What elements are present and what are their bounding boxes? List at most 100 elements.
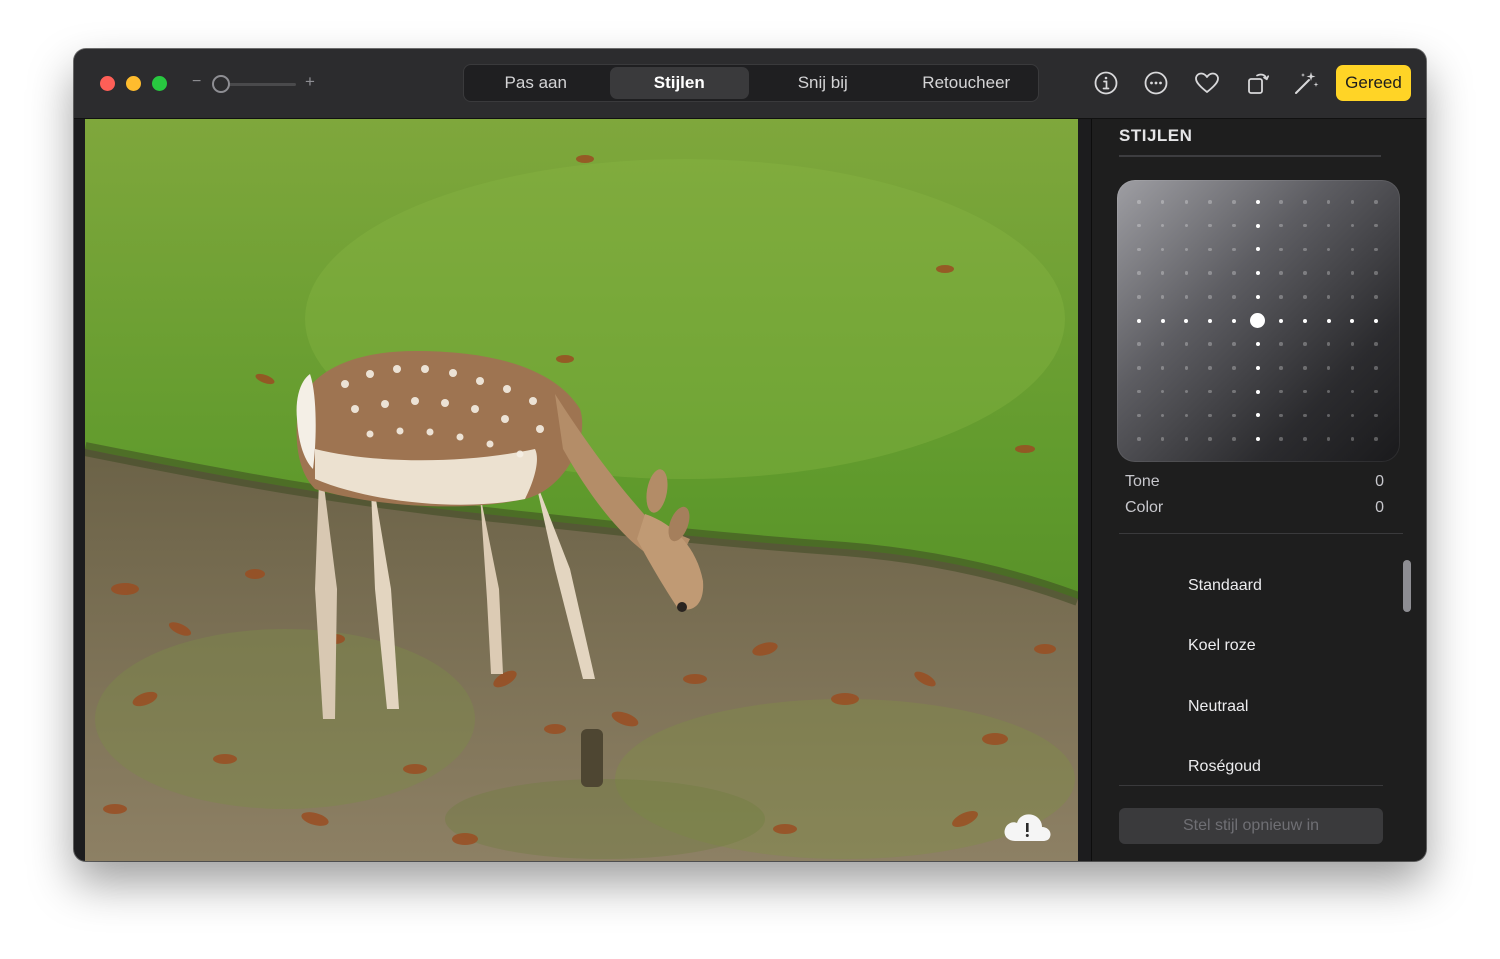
pad-grid-dot bbox=[1208, 200, 1212, 204]
pad-grid-dot bbox=[1374, 318, 1378, 323]
pad-grid-dot bbox=[1232, 389, 1236, 394]
pad-grid-dot bbox=[1255, 200, 1260, 204]
pad-grid-dot bbox=[1326, 247, 1331, 252]
tone-value: 0 bbox=[1375, 473, 1384, 490]
pad-grid-dot bbox=[1160, 247, 1165, 252]
more-icon[interactable] bbox=[1142, 69, 1170, 97]
pad-grid-dot bbox=[1232, 223, 1236, 228]
minimize-window-button[interactable] bbox=[126, 76, 141, 91]
pad-grid-dot bbox=[1374, 413, 1378, 418]
pad-grid-dot bbox=[1184, 413, 1189, 418]
pad-grid-dot bbox=[1160, 318, 1165, 323]
pad-grid-dot bbox=[1255, 247, 1260, 252]
pad-grid-dot bbox=[1350, 318, 1355, 323]
pad-grid-dot bbox=[1137, 437, 1141, 441]
pad-grid-dot bbox=[1184, 366, 1189, 370]
pad-grid-dot bbox=[1255, 294, 1260, 299]
fullscreen-window-button[interactable] bbox=[152, 76, 167, 91]
style-tone-color-pad[interactable] bbox=[1117, 180, 1400, 462]
pad-grid-dot bbox=[1303, 223, 1307, 228]
pad-grid-dot bbox=[1184, 389, 1189, 394]
list-divider bbox=[1119, 785, 1383, 786]
pad-grid-dot bbox=[1184, 437, 1189, 441]
pad-grid-dot bbox=[1326, 366, 1331, 370]
pad-grid-dot bbox=[1232, 437, 1236, 441]
pad-grid-dot bbox=[1350, 413, 1355, 418]
pad-grid-dot bbox=[1374, 247, 1378, 252]
rotate-icon[interactable] bbox=[1244, 69, 1272, 97]
tab-pas-aan[interactable]: Pas aan bbox=[466, 67, 606, 99]
pad-grid-dot bbox=[1137, 342, 1141, 346]
edit-mode-tabs: Pas aan Stijlen Snij bij Retoucheer bbox=[463, 64, 1039, 102]
pad-grid-dot bbox=[1350, 247, 1355, 252]
pad-grid-dot bbox=[1279, 342, 1283, 346]
pad-grid-dot bbox=[1255, 413, 1260, 418]
pad-grid-dot bbox=[1232, 271, 1236, 275]
sidebar-title: STIJLEN bbox=[1119, 126, 1193, 145]
pad-grid-dot bbox=[1232, 413, 1236, 418]
pad-grid-dot bbox=[1374, 389, 1378, 394]
pad-grid-dot bbox=[1208, 295, 1212, 299]
styles-scrollbar[interactable] bbox=[1403, 560, 1411, 612]
tone-row: Tone 0 bbox=[1125, 473, 1384, 491]
pad-grid-dot bbox=[1160, 271, 1165, 275]
pad-grid-dot bbox=[1137, 318, 1141, 323]
title-bar: − + Pas aan Stijlen Snij bij Retoucheer bbox=[74, 49, 1426, 119]
pad-grid-dot bbox=[1374, 295, 1378, 299]
pad-grid-dot bbox=[1232, 247, 1236, 252]
zoom-out-icon[interactable]: − bbox=[192, 73, 201, 91]
pad-grid-dot bbox=[1160, 413, 1165, 418]
pad-grid-dot bbox=[1279, 200, 1283, 204]
tab-snij-bij[interactable]: Snij bij bbox=[753, 67, 893, 99]
pad-grid-dot bbox=[1208, 342, 1212, 346]
pad-grid-dot bbox=[1350, 437, 1355, 441]
color-label: Color bbox=[1125, 499, 1164, 516]
pad-grid-dot bbox=[1208, 318, 1213, 323]
reset-style-button[interactable]: Stel stijl opnieuw in bbox=[1119, 808, 1383, 844]
pad-grid-dot bbox=[1137, 366, 1141, 370]
style-item-rosegoud[interactable]: Roségoud bbox=[1188, 758, 1261, 776]
pad-grid-dot bbox=[1208, 389, 1212, 394]
tab-stijlen[interactable]: Stijlen bbox=[609, 67, 749, 99]
pad-grid-dot bbox=[1350, 342, 1355, 346]
photos-editor-window: − + Pas aan Stijlen Snij bij Retoucheer bbox=[74, 49, 1426, 861]
auto-enhance-icon[interactable] bbox=[1292, 69, 1320, 97]
pad-grid-dot bbox=[1303, 342, 1307, 346]
pad-grid-dot bbox=[1232, 342, 1236, 346]
pad-grid-dot bbox=[1137, 223, 1141, 228]
info-icon[interactable] bbox=[1092, 69, 1120, 97]
pad-grid-dot bbox=[1160, 200, 1165, 204]
pad-grid-dot bbox=[1255, 271, 1260, 276]
pad-grid-dot bbox=[1303, 389, 1307, 394]
tab-retoucheer[interactable]: Retoucheer bbox=[897, 67, 1037, 99]
pad-grid-dot bbox=[1160, 366, 1165, 370]
zoom-slider-knob[interactable] bbox=[212, 75, 230, 93]
heart-icon[interactable] bbox=[1193, 69, 1221, 97]
pad-grid-dot bbox=[1326, 389, 1331, 394]
close-window-button[interactable] bbox=[100, 76, 115, 91]
pad-grid-dot bbox=[1208, 437, 1212, 441]
style-item-koel-roze[interactable]: Koel roze bbox=[1188, 637, 1256, 655]
pad-position-knob[interactable] bbox=[1250, 313, 1265, 328]
pad-grid-dot bbox=[1374, 271, 1378, 275]
pad-grid-dot bbox=[1255, 342, 1260, 347]
pad-grid-dot bbox=[1303, 437, 1307, 441]
pad-grid-dot bbox=[1326, 223, 1331, 228]
pad-grid-dot bbox=[1350, 200, 1355, 204]
pad-grid-dot bbox=[1137, 200, 1141, 204]
pad-grid-dot bbox=[1137, 295, 1141, 299]
pad-grid-dot bbox=[1303, 413, 1307, 418]
zoom-in-icon[interactable]: + bbox=[305, 72, 315, 92]
pad-grid-dot bbox=[1350, 366, 1355, 370]
pad-grid-dot bbox=[1279, 223, 1283, 228]
style-item-neutraal[interactable]: Neutraal bbox=[1188, 698, 1248, 716]
pad-grid-dot bbox=[1374, 223, 1378, 228]
color-value: 0 bbox=[1375, 499, 1384, 516]
pad-grid-dot bbox=[1350, 389, 1355, 394]
photo-canvas[interactable] bbox=[85, 119, 1078, 861]
pad-grid-dot bbox=[1160, 437, 1165, 441]
done-button[interactable]: Gereed bbox=[1336, 65, 1411, 101]
pad-grid-dot bbox=[1137, 389, 1141, 394]
style-item-standaard[interactable]: Standaard bbox=[1188, 577, 1262, 595]
pad-grid-dot bbox=[1137, 413, 1141, 418]
